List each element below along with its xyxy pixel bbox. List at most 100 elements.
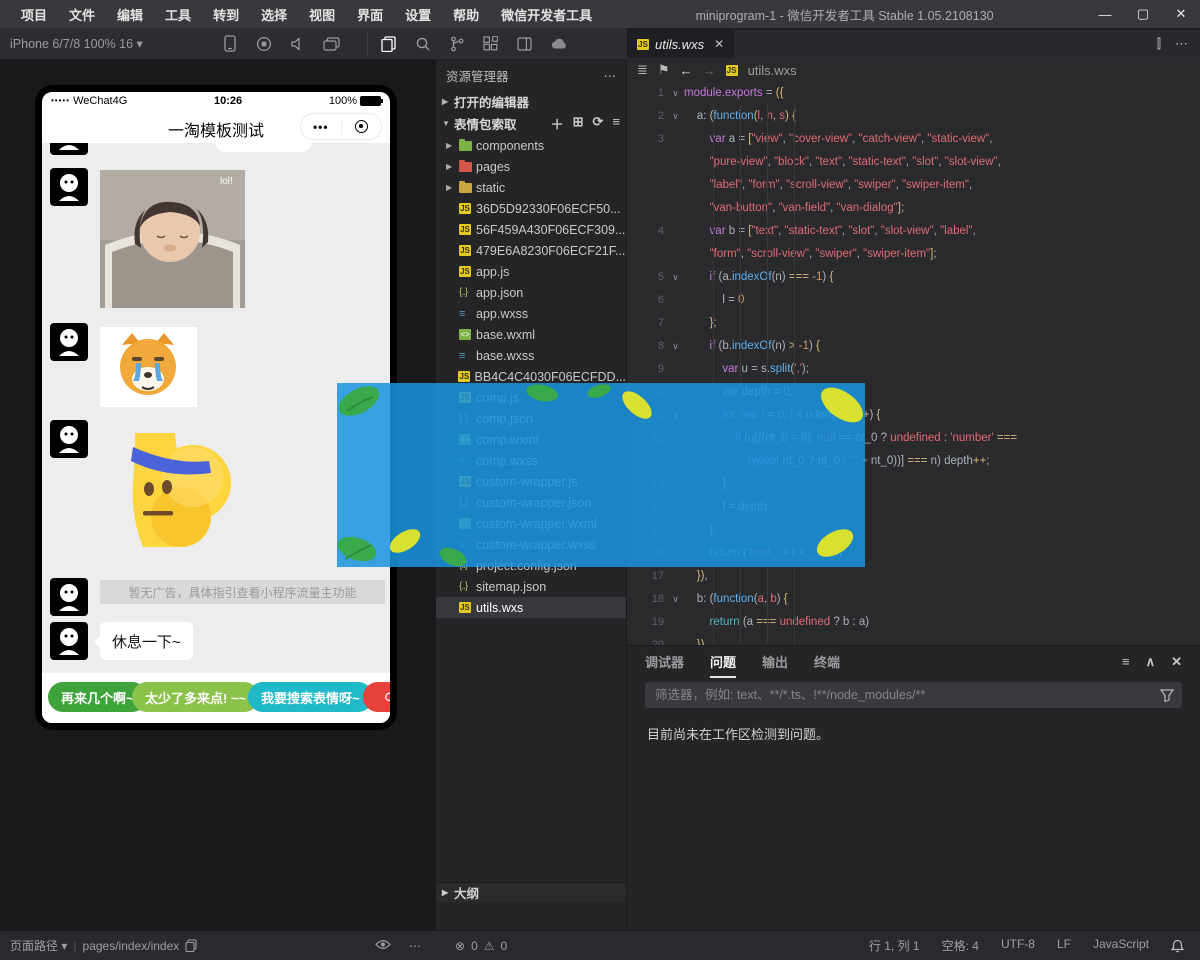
panel-maximize-icon[interactable]: ∧ — [1146, 654, 1156, 670]
collapse-all-icon[interactable]: ≡ — [612, 114, 620, 133]
tree-item[interactable]: JS56F459A430F06ECF309... — [436, 219, 626, 240]
panel-tab[interactable]: 终端 — [814, 646, 840, 678]
mini-program-button[interactable]: 我要搜索表情呀~ — [248, 682, 373, 712]
fold-chevron-icon[interactable]: ∨ — [667, 82, 684, 105]
battery-icon — [360, 96, 381, 106]
eye-icon[interactable] — [375, 939, 391, 950]
status-item[interactable]: LF — [1057, 937, 1071, 954]
panel-tab[interactable]: 输出 — [762, 646, 788, 678]
tree-item[interactable]: JSutils.wxs — [436, 597, 626, 618]
tree-item[interactable]: <>base.wxml — [436, 324, 626, 345]
funnel-icon[interactable] — [1160, 689, 1174, 702]
project-section[interactable]: ▼ 表情包索取 ＋ ⊞ ⟳ ≡ — [436, 112, 626, 134]
fold-gutter — [667, 611, 684, 634]
menu-item[interactable]: 转到 — [202, 5, 250, 24]
tab-utils-wxs[interactable]: JS utils.wxs ✕ — [627, 30, 734, 58]
line-number: 3 — [627, 128, 667, 151]
editor-more-icon[interactable]: ⋯ — [1175, 36, 1188, 52]
status-item[interactable]: 行 1, 列 1 — [869, 937, 920, 954]
fold-chevron-icon[interactable]: ∨ — [667, 105, 684, 128]
phone-icon[interactable] — [213, 32, 247, 56]
tree-item[interactable]: {..}sitemap.json — [436, 576, 626, 597]
fold-gutter — [667, 243, 684, 266]
chat-image-dog[interactable] — [100, 327, 197, 407]
tree-item[interactable]: {..}app.json — [436, 282, 626, 303]
menu-item[interactable]: 视图 — [298, 5, 346, 24]
tree-item[interactable]: ▶components — [436, 135, 626, 156]
new-file-icon[interactable]: ＋ — [551, 114, 564, 133]
more-icon[interactable]: ⋯ — [409, 939, 421, 953]
panel-tab[interactable]: 问题 — [710, 646, 736, 678]
status-item[interactable]: 空格: 4 — [942, 937, 979, 954]
filter-input[interactable] — [653, 687, 1160, 703]
forward-icon[interactable]: → — [703, 63, 716, 78]
files-icon[interactable] — [372, 32, 406, 56]
menu-item[interactable]: 微信开发者工具 — [490, 5, 603, 24]
outline-section[interactable]: ▶ 大纲 — [436, 882, 626, 902]
chat-image-butt[interactable] — [105, 425, 235, 555]
problems-summary[interactable]: ⊗ 0 ⚠ 0 — [435, 939, 627, 953]
outline-list-icon[interactable]: ≣ — [637, 62, 648, 78]
tree-item[interactable]: ≡app.wxss — [436, 303, 626, 324]
panel-collapse-icon[interactable]: ≡ — [1122, 654, 1130, 670]
record-icon[interactable] — [247, 32, 281, 56]
tab-close-icon[interactable]: ✕ — [714, 37, 724, 51]
chat-image-baby[interactable]: lol! — [100, 170, 245, 308]
tree-item[interactable]: JS479E6A8230F06ECF21F... — [436, 240, 626, 261]
editor-layout-icon[interactable] — [508, 32, 542, 56]
bell-icon[interactable] — [1171, 939, 1184, 953]
capsule-more-button[interactable]: ••• — [301, 120, 341, 134]
menu-item[interactable]: 设置 — [394, 5, 442, 24]
breadcrumb-file[interactable]: utils.wxs — [748, 63, 797, 78]
close-button[interactable]: ✕ — [1162, 0, 1200, 28]
device-selector[interactable]: iPhone 6/7/8 100% 16 ▾ — [0, 36, 143, 51]
menu-item[interactable]: 编辑 — [106, 5, 154, 24]
back-icon[interactable]: ← — [680, 63, 693, 78]
simulator-icon-group — [213, 32, 349, 56]
search-icon[interactable] — [406, 32, 440, 56]
tree-item[interactable]: ▶static — [436, 177, 626, 198]
tree-item[interactable]: JSapp.js — [436, 261, 626, 282]
button-label: 再来几个啊~ — [61, 688, 134, 707]
status-item[interactable]: JavaScript — [1093, 937, 1149, 954]
bookmark-icon[interactable]: ⚑ — [658, 62, 670, 78]
menu-item[interactable]: 文件 — [58, 5, 106, 24]
tab-label: utils.wxs — [655, 37, 704, 52]
panel-tab[interactable]: 调试器 — [645, 646, 684, 678]
open-editors-section[interactable]: ▶ 打开的编辑器 — [436, 90, 626, 112]
code-line[interactable]: 1∨module.exports = ({ — [627, 82, 1200, 105]
tree-item[interactable]: ≡base.wxss — [436, 345, 626, 366]
fold-chevron-icon[interactable]: ∨ — [667, 588, 684, 611]
panel-close-icon[interactable]: ✕ — [1171, 654, 1182, 670]
mute-icon[interactable] — [281, 32, 315, 56]
maximize-button[interactable]: ▢ — [1124, 0, 1162, 28]
extensions-icon[interactable] — [474, 32, 508, 56]
mini-program-button[interactable]: ⟳分享 — [363, 682, 390, 712]
capsule-exit-button[interactable] — [342, 120, 382, 133]
page-path-selector[interactable]: 页面路径 ▾ — [10, 937, 67, 954]
code-text: var a = ["view", "cover-view", "catch-vi… — [684, 128, 1200, 151]
battery-indicator: 100% — [329, 95, 381, 107]
refresh-icon[interactable]: ⟳ — [593, 114, 604, 133]
tree-item[interactable]: ▶pages — [436, 156, 626, 177]
git-branch-icon[interactable] — [440, 32, 474, 56]
copy-icon[interactable] — [185, 939, 197, 952]
mini-program-button[interactable]: 太少了多来点! ~~ — [132, 682, 259, 712]
status-item[interactable]: UTF-8 — [1001, 937, 1035, 954]
capsule-button: ••• — [300, 113, 382, 140]
minimize-button[interactable]: — — [1086, 0, 1124, 28]
fold-chevron-icon[interactable]: ∨ — [667, 335, 684, 358]
tree-item[interactable]: JS36D5D92330F06ECF50... — [436, 198, 626, 219]
menu-item[interactable]: 选择 — [250, 5, 298, 24]
split-editor-icon[interactable]: ⫿ — [1157, 36, 1161, 52]
explorer-more-icon[interactable]: ⋯ — [604, 68, 617, 83]
cloud-icon[interactable] — [542, 32, 576, 56]
new-folder-icon[interactable]: ⊞ — [573, 114, 584, 133]
menu-item[interactable]: 项目 — [10, 5, 58, 24]
activity-icon-group — [367, 32, 576, 56]
menu-item[interactable]: 帮助 — [442, 5, 490, 24]
fold-chevron-icon[interactable]: ∨ — [667, 266, 684, 289]
multi-window-icon[interactable] — [315, 32, 349, 56]
menu-item[interactable]: 工具 — [154, 5, 202, 24]
menu-item[interactable]: 界面 — [346, 5, 394, 24]
